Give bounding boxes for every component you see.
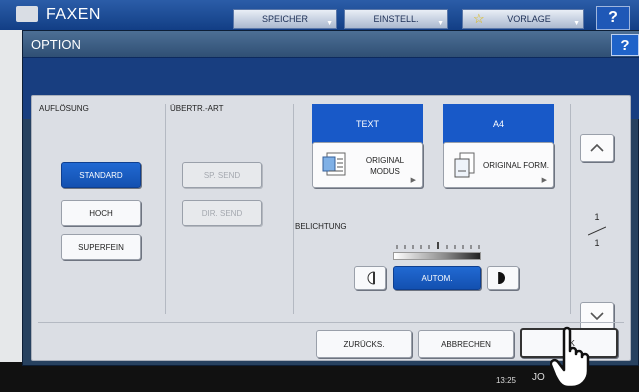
tab-einstell-label: EINSTELL. <box>373 14 419 24</box>
background-help-button[interactable]: ? <box>596 6 630 30</box>
dialog-title: OPTION <box>31 37 81 52</box>
option-dialog: OPTION ? AUFLÖSUNG STANDARD HOCH SUPERFE… <box>22 30 639 366</box>
page-total: 1 <box>594 238 600 248</box>
darker-icon <box>498 272 505 284</box>
dir-send-button[interactable]: DIR. SEND <box>182 200 262 226</box>
tab-speicher[interactable]: SPEICHER ▼ <box>233 9 337 29</box>
tab-vorlage-label: VORLAGE <box>507 14 551 24</box>
expand-arrow-icon: ▶ <box>410 177 416 184</box>
caret-icon: ▼ <box>326 20 333 27</box>
original-mode-label-line1: ORIGINAL <box>365 156 405 165</box>
page-separator <box>588 226 606 236</box>
resolution-label: AUFLÖSUNG <box>39 104 89 113</box>
fax-machine-icon <box>16 6 38 22</box>
expand-arrow-icon: ▶ <box>541 177 547 184</box>
exposure-label: BELICHTUNG <box>295 222 347 231</box>
exposure-scale-ticks <box>396 242 480 249</box>
footer-divider <box>38 322 624 323</box>
cancel-button[interactable]: ABBRECHEN <box>418 330 514 358</box>
status-text: JO <box>532 372 545 383</box>
lighter-icon <box>367 271 375 285</box>
star-icon: ☆ <box>473 11 485 26</box>
exposure-gradient <box>393 252 481 260</box>
chevron-up-icon <box>590 144 604 152</box>
original-format-value: A4 <box>443 104 554 144</box>
transmission-label: ÜBERTR.-ART <box>170 104 224 113</box>
hand-cursor-icon <box>550 326 590 389</box>
exposure-auto-button[interactable]: AUTOM. <box>393 266 481 290</box>
page-size-icon <box>454 152 475 178</box>
resolution-hoch-button[interactable]: HOCH <box>61 200 141 226</box>
section-divider <box>570 104 571 314</box>
caret-icon: ▼ <box>437 20 444 27</box>
dialog-titlebar: OPTION ? <box>23 31 639 57</box>
original-format-button[interactable]: ORIGINAL FORM. ▶ <box>443 142 554 188</box>
tab-vorlage[interactable]: ☆ VORLAGE ▼ <box>462 9 584 29</box>
resolution-superfein-button[interactable]: SUPERFEIN <box>61 234 141 260</box>
resolution-standard-button[interactable]: STANDARD <box>61 162 141 188</box>
original-format-label: ORIGINAL FORM. <box>483 161 549 170</box>
original-mode-button[interactable]: ORIGINAL MODUS ▶ <box>312 142 423 188</box>
section-divider <box>165 104 166 314</box>
original-mode-value: TEXT <box>312 104 423 144</box>
scroll-up-button[interactable] <box>580 134 614 162</box>
reset-button[interactable]: ZURÜCKS. <box>316 330 412 358</box>
background-header: FAXEN SPEICHER ▼ EINSTELL. ▼ ☆ VORLAGE ▼… <box>0 0 639 30</box>
clock-time: 13:25 <box>495 376 516 385</box>
tab-einstell[interactable]: EINSTELL. ▼ <box>344 9 448 29</box>
section-divider <box>293 104 294 314</box>
app-title: FAXEN <box>46 6 101 23</box>
sp-send-button[interactable]: SP. SEND <box>182 162 262 188</box>
text-document-icon <box>322 152 346 176</box>
exposure-lighter-button[interactable] <box>354 266 386 290</box>
status-bar: 13:25 JO <box>0 362 639 392</box>
original-mode-label-line2: MODUS <box>370 167 400 176</box>
tab-speicher-label: SPEICHER <box>261 14 308 24</box>
exposure-darker-button[interactable] <box>487 266 519 290</box>
caret-icon: ▼ <box>573 20 580 27</box>
chevron-down-icon <box>590 312 604 320</box>
page-current: 1 <box>594 212 600 222</box>
dialog-help-button[interactable]: ? <box>611 34 639 56</box>
dialog-body: AUFLÖSUNG STANDARD HOCH SUPERFEIN ÜBERTR… <box>31 95 631 361</box>
